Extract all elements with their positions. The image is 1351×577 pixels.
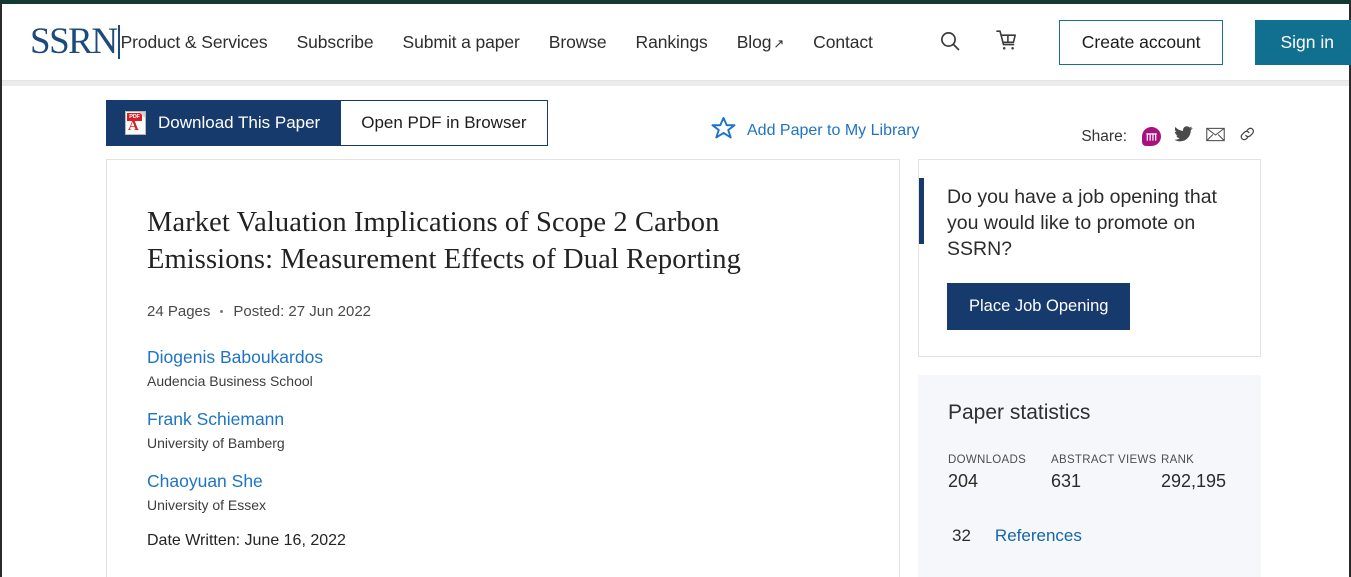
page-content: Market Valuation Implications of Scope 2… [2,159,1349,577]
sidebar: Do you have a job opening that you would… [918,159,1261,577]
references-link[interactable]: References [995,526,1082,546]
search-icon [938,29,962,56]
ssrn-logo-link[interactable]: SSRN [30,21,120,62]
pdf-file-icon: PDF A [125,110,146,135]
stat-label: RANK [1161,454,1195,466]
paper-meta: 24 Pages Posted: 27 Jun 2022 [147,303,859,320]
stat-value: 204 [948,471,979,491]
job-opening-card: Do you have a job opening that you would… [918,159,1261,357]
share-mendeley-button[interactable] [1141,127,1161,147]
nav-label: Product & Services [120,31,268,52]
star-icon [710,115,737,147]
paper-detail-card: Market Valuation Implications of Scope 2… [106,159,900,577]
nav-item-blog[interactable]: Blog ↗ [736,28,785,57]
download-this-paper-button[interactable]: PDF A Download This Paper [106,99,342,146]
paper-pages: 24 Pages [147,303,211,320]
paper-statistics-row: DOWNLOADS 204 ABSTRACT VIEWS 631 RANK 29… [948,454,1235,492]
search-button[interactable] [938,29,962,56]
add-library-label: Add Paper to My Library [747,121,920,139]
author-list: Diogenis Baboukardos Audencia Business S… [147,346,859,515]
date-written: Date Written: June 16, 2022 [147,532,346,549]
nav-label: Rankings [635,31,708,52]
references-row: 32 References [948,526,1235,546]
share-twitter-button[interactable] [1173,125,1193,148]
paper-action-bar: PDF A Download This Paper Open PDF in Br… [2,86,1349,159]
main-navigation: Product & Services Subscribe Submit a pa… [121,19,1351,65]
share-email-button[interactable] [1205,127,1225,147]
references-count: 32 [952,526,971,545]
share-block: Share: [1081,125,1257,148]
author-affiliation: University of Bamberg [147,435,285,451]
author-entry: Frank Schiemann University of Bamberg [147,408,859,453]
nav-label: Submit a paper [402,31,520,52]
author-entry: Chaoyuan She University of Essex [147,470,859,515]
stat-rank: RANK 292,195 [1161,454,1226,492]
page-title: Market Valuation Implications of Scope 2… [147,207,741,275]
paper-statistics-card: Paper statistics DOWNLOADS 204 ABSTRACT … [918,375,1261,577]
nav-label: Contact [813,31,873,52]
stat-value: 631 [1051,471,1082,491]
sign-in-button[interactable]: Sign in [1255,19,1351,65]
stat-abstract-views: ABSTRACT VIEWS 631 [1051,454,1161,492]
email-icon [1205,127,1225,147]
pdf-fold [139,111,145,118]
place-job-opening-button[interactable]: Place Job Opening [947,283,1131,330]
nav-label: Browse [548,31,607,52]
author-affiliation: University of Essex [147,497,267,513]
cart-button[interactable] [994,28,1019,56]
pdf-a-glyph: A [128,117,139,134]
paper-statistics-title: Paper statistics [948,401,1091,424]
author-entry: Diogenis Baboukardos Audencia Business S… [147,346,859,391]
add-paper-to-my-library-button[interactable]: Add Paper to My Library [710,115,920,147]
stat-value: 292,195 [1161,471,1227,491]
ssrn-logo: SSRN [30,21,120,62]
job-card-accent-bar [919,178,924,244]
job-opening-text: Do you have a job opening that you would… [947,186,1217,260]
nav-item-browse[interactable]: Browse [549,28,607,57]
stat-label: DOWNLOADS [948,454,1027,466]
author-link[interactable]: Frank Schiemann [147,408,284,431]
nav-label: Blog [736,31,772,52]
external-link-icon: ↗ [773,35,785,51]
copy-link-icon [1238,125,1257,148]
stat-downloads: DOWNLOADS 204 [948,454,1051,492]
nav-label: Subscribe [296,31,374,52]
twitter-icon [1173,125,1193,148]
site-header: SSRN Product & Services Subscribe Submit… [2,4,1351,81]
nav-item-rankings[interactable]: Rankings [636,28,708,57]
nav-item-submit-a-paper[interactable]: Submit a paper [403,28,520,57]
author-link[interactable]: Diogenis Baboukardos [147,346,323,369]
open-pdf-in-browser-button[interactable]: Open PDF in Browser [340,99,548,146]
author-affiliation: Audencia Business School [147,373,313,389]
nav-item-subscribe[interactable]: Subscribe [297,28,374,57]
nav-item-product-services[interactable]: Product & Services [121,28,268,57]
cart-icon [994,28,1019,56]
mendeley-icon [1141,127,1161,146]
download-label: Download This Paper [158,112,321,132]
ssrn-paper-page: SSRN Product & Services Subscribe Submit… [0,0,1351,577]
nav-item-contact[interactable]: Contact [813,28,873,57]
author-link[interactable]: Chaoyuan She [147,470,263,493]
share-copy-link-button[interactable] [1237,127,1257,147]
stat-label: ABSTRACT VIEWS [1051,454,1157,466]
paper-posted-date: Posted: 27 Jun 2022 [233,303,371,320]
share-label: Share: [1081,127,1127,145]
meta-separator-dot [220,310,224,313]
create-account-button[interactable]: Create account [1058,19,1224,65]
